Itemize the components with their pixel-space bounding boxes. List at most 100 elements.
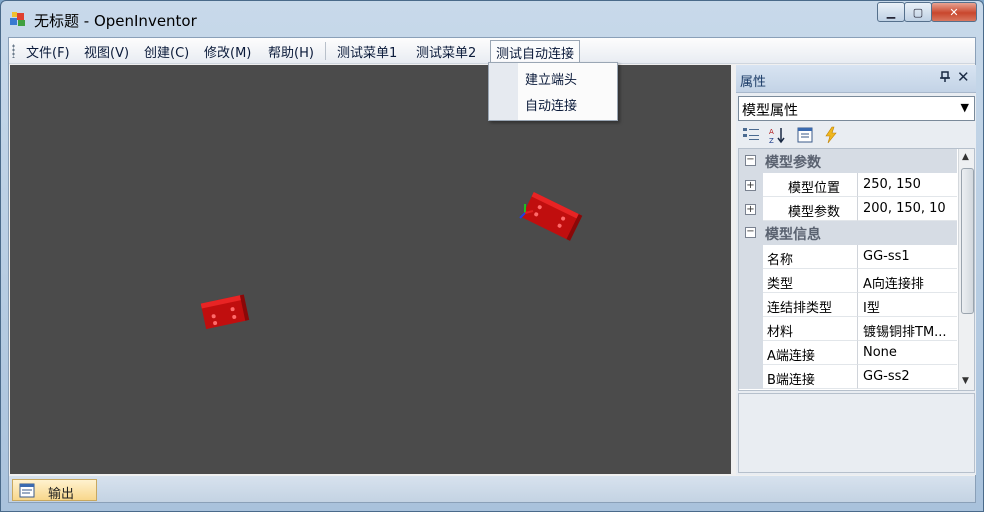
close-button[interactable]: ✕ bbox=[931, 2, 977, 22]
output-window-icon bbox=[19, 483, 35, 498]
expand-icon[interactable]: + bbox=[745, 204, 756, 215]
panel-close-icon[interactable]: ✕ bbox=[957, 68, 970, 86]
property-row[interactable]: B端连接 GG-ss2 bbox=[739, 365, 957, 389]
dropdown-item-auto-connect[interactable]: 自动连接 bbox=[525, 95, 577, 114]
property-value: 250, 150 bbox=[863, 177, 921, 192]
property-name-cell: A端连接 bbox=[763, 341, 858, 365]
property-value-cell[interactable]: GG-ss1 bbox=[858, 245, 957, 269]
scroll-up-icon[interactable]: ▲ bbox=[962, 152, 969, 162]
property-grid[interactable]: − 模型参数 模型位置 + 250, 150 模型参数 + 200, 150, … bbox=[738, 148, 975, 391]
property-pages-icon[interactable] bbox=[796, 126, 814, 144]
expand-icon[interactable]: + bbox=[745, 180, 756, 191]
minimize-icon: ▁ bbox=[886, 5, 896, 19]
bottom-dock-bar: 输出 bbox=[9, 476, 975, 502]
property-name: 模型位置 bbox=[788, 181, 841, 196]
property-name-cell: 材料 bbox=[763, 317, 858, 341]
collapse-icon[interactable]: − bbox=[745, 227, 756, 238]
property-value: 200, 150, 10 bbox=[863, 201, 946, 216]
property-value-cell[interactable]: GG-ss2 bbox=[858, 365, 957, 389]
dropdown-icon-strip bbox=[489, 63, 518, 120]
property-row[interactable]: 连结排类型 I型 bbox=[739, 293, 957, 317]
menu-separator bbox=[325, 42, 326, 60]
combo-selected-value: 模型属性 bbox=[742, 103, 798, 119]
menu-help[interactable]: 帮助(H) bbox=[268, 42, 314, 61]
property-name: B端连接 bbox=[767, 373, 815, 388]
model-block-left[interactable] bbox=[200, 294, 250, 330]
category-row-model-params[interactable]: − 模型参数 bbox=[739, 149, 957, 173]
property-name-cell: 模型参数 bbox=[763, 197, 858, 221]
menubar-grip-icon[interactable] bbox=[12, 44, 15, 58]
menu-create[interactable]: 创建(C) bbox=[144, 42, 189, 61]
close-icon: ✕ bbox=[949, 5, 959, 19]
output-tab-label: 输出 bbox=[48, 487, 75, 502]
minimize-button[interactable]: ▁ bbox=[877, 2, 905, 22]
property-name-cell: 类型 bbox=[763, 269, 858, 293]
category-row-model-info[interactable]: − 模型信息 bbox=[739, 221, 957, 245]
events-lightning-icon[interactable] bbox=[822, 126, 840, 144]
maximize-button[interactable]: ▢ bbox=[904, 2, 932, 22]
property-name-cell: 模型位置 bbox=[763, 173, 858, 197]
property-value: I型 bbox=[863, 301, 880, 316]
menu-test-auto-connect[interactable]: 测试自动连接 bbox=[490, 40, 581, 63]
menu-test-2[interactable]: 测试菜单2 bbox=[416, 42, 476, 61]
3d-viewport[interactable] bbox=[10, 65, 731, 474]
property-value-cell[interactable]: 250, 150 bbox=[858, 173, 957, 197]
output-tab[interactable]: 输出 bbox=[12, 479, 97, 502]
property-value-cell[interactable]: 200, 150, 10 bbox=[858, 197, 957, 221]
property-row[interactable]: 材料 镀锡铜排TM... bbox=[739, 317, 957, 341]
window-controls: ▁ ▢ ✕ bbox=[877, 2, 977, 22]
categorized-icon[interactable] bbox=[742, 126, 760, 144]
scene-canvas[interactable] bbox=[10, 65, 731, 474]
property-value: GG-ss2 bbox=[863, 369, 910, 384]
property-value-cell[interactable]: A向连接排 bbox=[858, 269, 957, 293]
property-row[interactable]: 名称 GG-ss1 bbox=[739, 245, 957, 269]
app-icon bbox=[10, 12, 25, 26]
property-value: 镀锡铜排TM... bbox=[863, 325, 947, 340]
property-value: GG-ss1 bbox=[863, 249, 910, 264]
property-name-cell: B端连接 bbox=[763, 365, 858, 389]
client-area: 文件(F) 视图(V) 创建(C) 修改(M) 帮助(H) 测试菜单1 测试菜单… bbox=[8, 37, 976, 503]
properties-panel: 属性 ✕ 模型属性 ▼ A Z − 模型参数 模型位置 + 250, 150 模… bbox=[736, 65, 976, 475]
scroll-down-icon[interactable]: ▼ bbox=[962, 376, 969, 386]
property-name: 名称 bbox=[767, 253, 794, 268]
property-name: 连结排类型 bbox=[767, 301, 833, 316]
property-row[interactable]: 模型参数 + 200, 150, 10 bbox=[739, 197, 957, 221]
menu-bar: 文件(F) 视图(V) 创建(C) 修改(M) 帮助(H) 测试菜单1 测试菜单… bbox=[9, 38, 975, 64]
sort-alpha-icon[interactable]: A Z bbox=[768, 126, 786, 144]
test-auto-connect-dropdown: 建立端头 自动连接 bbox=[488, 62, 618, 121]
pin-icon[interactable] bbox=[939, 71, 951, 86]
main-window: 无标题 - OpenInventor ▁ ▢ ✕ 文件(F) 视图(V) 创建(… bbox=[0, 0, 984, 512]
properties-title: 属性 bbox=[740, 75, 767, 90]
svg-text:Z: Z bbox=[769, 137, 774, 144]
property-value-cell[interactable]: I型 bbox=[858, 293, 957, 317]
property-name: 类型 bbox=[767, 277, 794, 292]
title-bar[interactable]: 无标题 - OpenInventor ▁ ▢ ✕ bbox=[1, 1, 983, 35]
property-name: 材料 bbox=[767, 325, 794, 340]
menu-view[interactable]: 视图(V) bbox=[84, 42, 129, 61]
model-block-right[interactable] bbox=[521, 192, 583, 241]
property-value: None bbox=[863, 345, 897, 360]
object-selector-combo[interactable]: 模型属性 ▼ bbox=[738, 96, 975, 121]
scrollbar-thumb[interactable] bbox=[961, 168, 974, 314]
property-name-cell: 连结排类型 bbox=[763, 293, 858, 317]
property-row[interactable]: 类型 A向连接排 bbox=[739, 269, 957, 293]
property-row[interactable]: A端连接 None bbox=[739, 341, 957, 365]
window-title: 无标题 - OpenInventor bbox=[34, 12, 197, 30]
dropdown-item-create-terminal[interactable]: 建立端头 bbox=[525, 69, 577, 88]
combo-arrow-icon[interactable]: ▼ bbox=[961, 101, 969, 114]
maximize-icon: ▢ bbox=[912, 5, 924, 19]
property-name: A端连接 bbox=[767, 349, 815, 364]
property-value-cell[interactable]: 镀锡铜排TM... bbox=[858, 317, 957, 341]
menu-modify[interactable]: 修改(M) bbox=[204, 42, 251, 61]
property-name: 模型参数 bbox=[788, 205, 841, 220]
menu-file[interactable]: 文件(F) bbox=[26, 42, 70, 61]
property-row[interactable]: 模型位置 + 250, 150 bbox=[739, 173, 957, 197]
property-grid-scrollbar[interactable]: ▲ ▼ bbox=[958, 149, 974, 390]
row-gutter bbox=[739, 317, 763, 341]
property-description-pane bbox=[738, 393, 975, 473]
menu-test-1[interactable]: 测试菜单1 bbox=[337, 42, 397, 61]
collapse-icon[interactable]: − bbox=[745, 155, 756, 166]
category-label: 模型信息 bbox=[765, 227, 821, 243]
property-value-cell[interactable]: None bbox=[858, 341, 957, 365]
row-gutter bbox=[739, 365, 763, 389]
